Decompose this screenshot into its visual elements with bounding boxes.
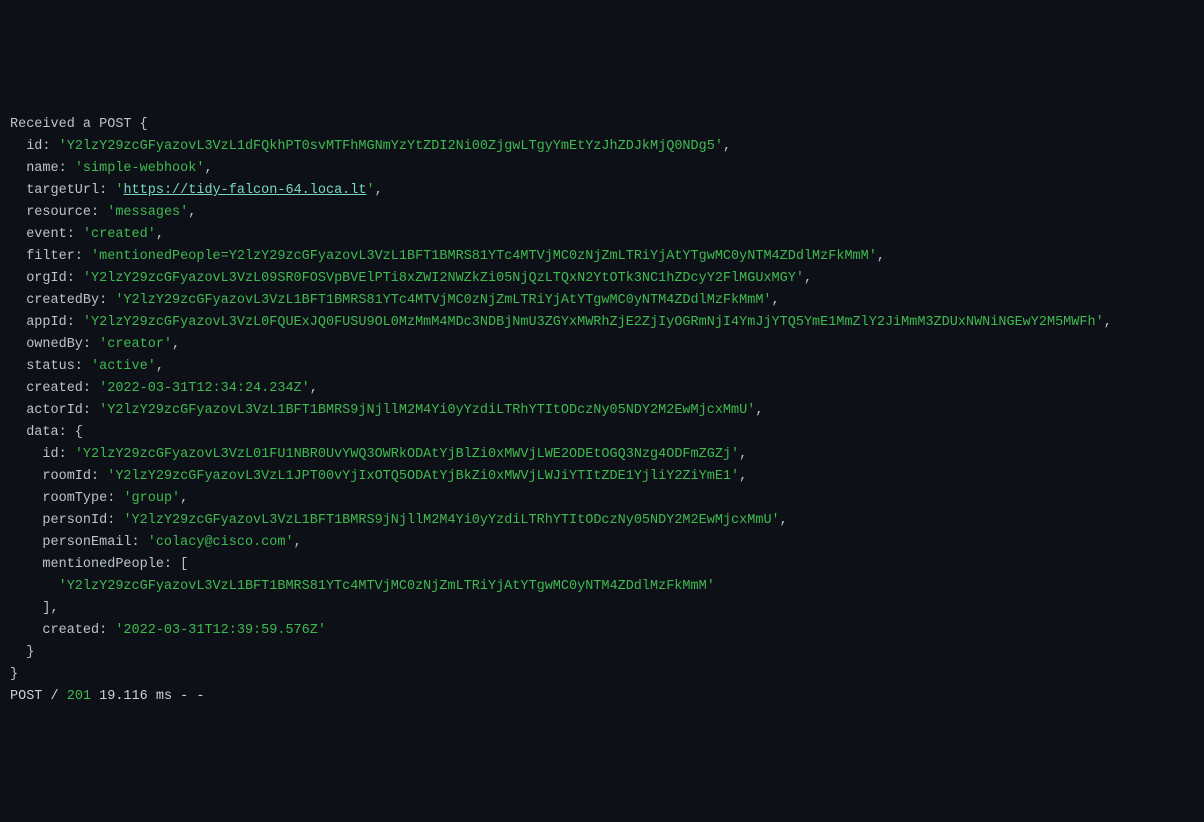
field-val-orgid: 'Y2lzY29zcGFyazovL3VzL09SR0FOSVpBVElPTi8…	[83, 271, 804, 286]
field-val-appid: 'Y2lzY29zcGFyazovL3VzL0FQUExJQ0FUSU9OL0M…	[83, 315, 1104, 330]
field-val-created: '2022-03-31T12:34:24.234Z'	[99, 381, 310, 396]
field-key-resource: resource:	[26, 205, 99, 220]
field-key-appid: appId:	[26, 315, 75, 330]
field-key-targeturl: targetUrl:	[26, 183, 107, 198]
field-key-data-id: id:	[42, 447, 66, 462]
field-close-mentionedpeople: ],	[42, 601, 58, 616]
field-key-status: status:	[26, 359, 83, 374]
obj-close-brace: }	[10, 667, 18, 682]
field-val-data-created: '2022-03-31T12:39:59.576Z'	[115, 623, 326, 638]
field-val-personemail: 'colacy@cisco.com'	[148, 535, 294, 550]
field-key-mentionedpeople: mentionedPeople: [	[42, 557, 188, 572]
field-key-roomtype: roomType:	[42, 491, 115, 506]
quote-close: '	[366, 183, 374, 198]
http-log-status: 201	[67, 689, 91, 704]
field-val-roomid: 'Y2lzY29zcGFyazovL3VzL1JPT00vYjIxOTQ5ODA…	[107, 469, 739, 484]
field-key-roomid: roomId:	[42, 469, 99, 484]
target-url-link[interactable]: https://tidy-falcon-64.loca.lt	[123, 183, 366, 198]
field-key-created: created:	[26, 381, 91, 396]
field-key-id: id:	[26, 139, 50, 154]
field-val-status: 'active'	[91, 359, 156, 374]
log-header: Received a POST {	[10, 117, 148, 132]
terminal-output: Received a POST { id: 'Y2lzY29zcGFyazovL…	[10, 92, 1194, 708]
field-key-name: name:	[26, 161, 67, 176]
field-val-roomtype: 'group'	[123, 491, 180, 506]
field-val-data-id: 'Y2lzY29zcGFyazovL3VzL01FU1NBR0UvYWQ3OWR…	[75, 447, 739, 462]
field-val-event: 'created'	[83, 227, 156, 242]
field-val-name: 'simple-webhook'	[75, 161, 205, 176]
field-val-personid: 'Y2lzY29zcGFyazovL3VzL1BFT1BMRS9jNjllM2M…	[123, 513, 779, 528]
field-val-resource: 'messages'	[107, 205, 188, 220]
field-key-orgid: orgId:	[26, 271, 75, 286]
field-key-data: data: {	[26, 425, 83, 440]
field-val-id: 'Y2lzY29zcGFyazovL3VzL1dFQkhPT0svMTFhMGN…	[59, 139, 723, 154]
http-log-method: POST /	[10, 689, 67, 704]
field-key-event: event:	[26, 227, 75, 242]
http-log-rest: 19.116 ms - -	[91, 689, 204, 704]
field-key-actorid: actorId:	[26, 403, 91, 418]
field-key-filter: filter:	[26, 249, 83, 264]
field-key-createdby: createdBy:	[26, 293, 107, 308]
data-close-brace: }	[26, 645, 34, 660]
field-key-personid: personId:	[42, 513, 115, 528]
field-val-createdby: 'Y2lzY29zcGFyazovL3VzL1BFT1BMRS81YTc4MTV…	[115, 293, 771, 308]
field-val-actorid: 'Y2lzY29zcGFyazovL3VzL1BFT1BMRS9jNjllM2M…	[99, 403, 755, 418]
field-key-ownedby: ownedBy:	[26, 337, 91, 352]
field-key-personemail: personEmail:	[42, 535, 139, 550]
field-key-data-created: created:	[42, 623, 107, 638]
field-val-filter: 'mentionedPeople=Y2lzY29zcGFyazovL3VzL1B…	[91, 249, 877, 264]
field-val-ownedby: 'creator'	[99, 337, 172, 352]
field-val-mentionedpeople-item: 'Y2lzY29zcGFyazovL3VzL1BFT1BMRS81YTc4MTV…	[59, 579, 715, 594]
